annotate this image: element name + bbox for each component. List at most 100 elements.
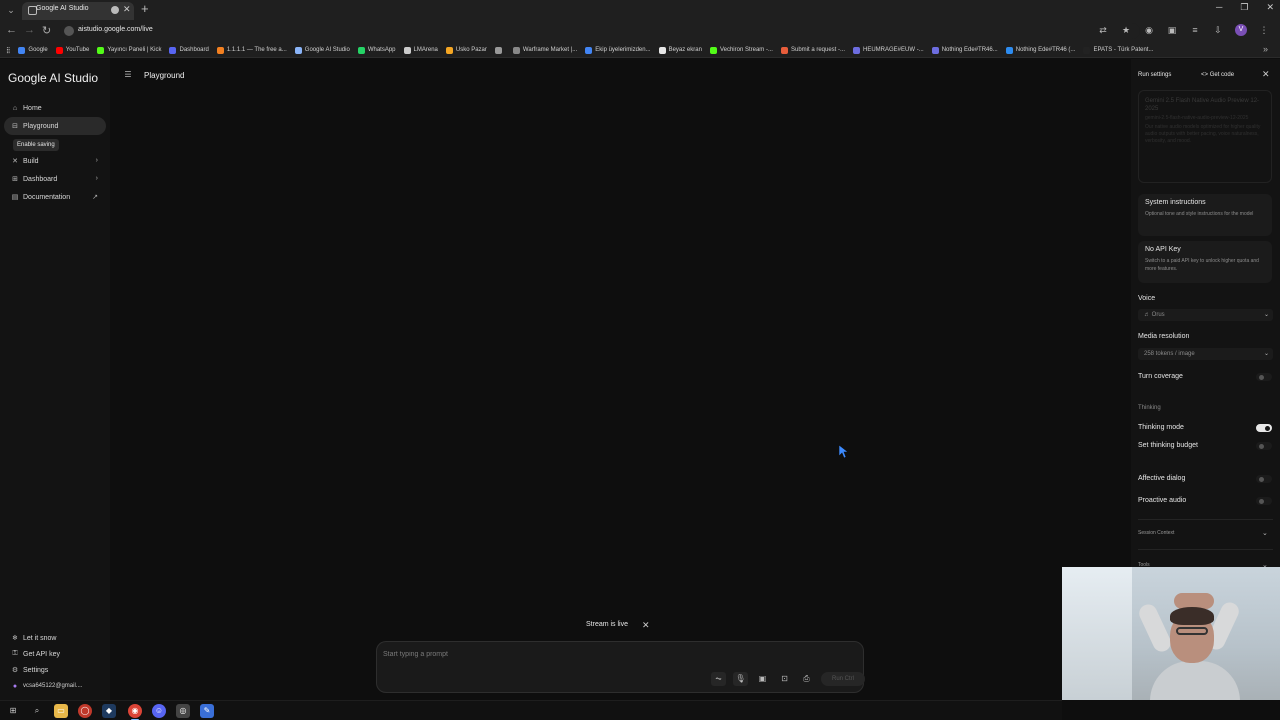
obs-icon[interactable]: ◎ [176, 704, 190, 718]
bookmark-item[interactable]: 1.1.1.1 — The free a... [216, 44, 287, 56]
sidebar-item-settings[interactable]: ⚙ Settings [4, 662, 106, 678]
translate-icon[interactable]: ⇄ [1097, 24, 1109, 36]
chevron-right-icon: › [95, 157, 98, 164]
sidebar-item-home[interactable]: ⌂ Home [4, 99, 106, 117]
bookmark-item[interactable]: Submit a request -... [780, 44, 845, 56]
sidebar-item-label: Let it snow [23, 634, 57, 642]
menu-kebab-icon[interactable]: ⋮ [1258, 24, 1270, 36]
bookmark-item[interactable]: Beyaz ekran [658, 44, 702, 56]
bookmarks-overflow-icon[interactable]: » [1263, 44, 1268, 54]
chevron-down-icon[interactable]: ⌄ [1262, 529, 1268, 537]
bookmark-item[interactable]: EPATS - Türk Patent... [1083, 44, 1153, 56]
get-code-button[interactable]: <> Get code [1201, 72, 1234, 78]
media-icon[interactable]: ≡ [1189, 24, 1201, 36]
sidebar-toggle-icon[interactable]: ☰ [122, 69, 134, 81]
bookmark-star-icon[interactable]: ★ [1120, 24, 1132, 36]
affective-dialog-label: Affective dialog [1138, 475, 1186, 482]
bookmark-item[interactable]: Google AI Studio [294, 44, 350, 56]
voice-select[interactable]: ♬ Orus ⌄ [1138, 309, 1273, 321]
browser-tab[interactable]: Google AI Studio ✕ [22, 2, 134, 20]
bookmark-item[interactable]: Nothing Ede#TR46 (... [1005, 44, 1075, 56]
bookmark-item[interactable]: Dashboard [169, 44, 209, 56]
affective-dialog-toggle[interactable] [1256, 475, 1272, 483]
sidebar-item-label: Documentation [23, 193, 71, 201]
steam-icon[interactable]: ◆ [102, 704, 116, 718]
enable-saving-button[interactable]: Enable saving [13, 139, 59, 151]
sidebar-item-documentation[interactable]: ▤ Documentation ↗ [4, 188, 106, 206]
bookmarks-bar: ⣿ Google YouTube Yayıncı Paneli | Kick Dash… [0, 42, 1280, 58]
bookmark-item[interactable]: LMArena [403, 44, 438, 56]
chrome-icon[interactable]: ◉ [128, 704, 142, 720]
prompt-input[interactable] [383, 648, 683, 660]
system-instructions-description: Optional tone and style instructions for… [1145, 211, 1254, 217]
profile-avatar[interactable]: V [1235, 24, 1247, 36]
os-taskbar: ⊞ ⌕ ▭ ◯ ◆ ◉ ☺ ◎ ✎ [0, 700, 1062, 720]
sidebar-item-let-it-snow[interactable]: ❄ Let it snow [4, 630, 106, 646]
bookmark-item[interactable]: Nothing Ede#TR46... [931, 44, 998, 56]
address-bar[interactable]: aistudio.google.com/live [60, 23, 1140, 39]
app-logo[interactable]: Google AI Studio [8, 71, 98, 85]
extension-icon[interactable]: ◉ [1143, 24, 1155, 36]
upload-file-icon[interactable]: ⎙ [799, 672, 814, 686]
sidebar-item-get-api-key[interactable]: ⚿ Get API key [4, 646, 106, 662]
media-resolution-select[interactable]: 258 tokens / image ⌄ [1138, 348, 1273, 360]
bookmark-favicon-icon [169, 46, 177, 54]
bookmark-favicon-icon [18, 46, 26, 54]
proactive-audio-toggle[interactable] [1256, 497, 1272, 505]
bookmark-item[interactable]: Warframe Market |... [512, 44, 577, 56]
bookmark-favicon-icon [403, 46, 411, 54]
site-info-icon[interactable] [64, 26, 74, 36]
turn-coverage-toggle[interactable] [1256, 373, 1272, 381]
bookmark-item[interactable]: Ekip üyelerimizden... [585, 44, 651, 56]
back-icon[interactable]: ← [6, 24, 17, 36]
user-account[interactable]: ● vcsa645122@gmail.... [4, 678, 106, 694]
bookmark-item[interactable]: HEUMRAGE#EUW -... [853, 44, 924, 56]
bookmark-item[interactable]: Usko Pazar [445, 44, 487, 56]
file-explorer-icon[interactable]: ▭ [54, 704, 68, 718]
search-icon[interactable]: ⌕ [30, 704, 44, 718]
thinking-mode-toggle[interactable] [1256, 424, 1272, 432]
bookmark-item[interactable]: WhatsApp [357, 44, 396, 56]
extensions-puzzle-icon[interactable]: ▣ [1166, 24, 1178, 36]
sidebar-item-build[interactable]: ✕ Build › [4, 152, 106, 170]
toggle-knob [1265, 426, 1270, 431]
forward-icon[interactable]: → [24, 24, 35, 36]
start-menu-icon[interactable]: ⊞ [6, 704, 20, 718]
thinking-budget-toggle[interactable] [1256, 442, 1272, 450]
new-tab-button[interactable]: + [141, 1, 149, 16]
get-code-label: Get code [1209, 72, 1235, 78]
tab-close-icon[interactable]: ✕ [123, 4, 131, 15]
apps-grid-icon[interactable]: ⣿ [6, 44, 10, 56]
address-url[interactable]: aistudio.google.com/live [78, 26, 153, 33]
bookmark-item[interactable]: Yayıncı Paneli | Kick [97, 44, 161, 56]
run-settings-title: Run settings [1138, 72, 1172, 78]
run-button[interactable]: Run Ctrl [821, 672, 865, 686]
bookmark-item[interactable] [494, 44, 505, 56]
screen-share-icon[interactable]: ⊡ [777, 672, 792, 686]
bookmark-item[interactable]: YouTube [55, 44, 89, 56]
discord-icon[interactable]: ☺ [152, 704, 166, 718]
download-icon[interactable]: ⇩ [1212, 24, 1224, 36]
no-api-key-card[interactable]: No API Key Switch to a paid API key to u… [1138, 241, 1272, 283]
window-close-icon[interactable]: ✕ [1266, 2, 1274, 13]
camera-icon[interactable]: ▣ [755, 672, 770, 686]
bookmark-item[interactable]: Vechiron Stream -... [709, 44, 773, 56]
opera-gx-icon[interactable]: ◯ [78, 704, 92, 718]
app-icon[interactable]: ✎ [200, 704, 214, 718]
audio-waveform-icon[interactable]: ⏦ [711, 672, 726, 686]
reload-icon[interactable]: ↻ [42, 24, 51, 37]
model-selector[interactable]: Gemini 2.5 Flash Native Audio Preview 12… [1138, 90, 1272, 183]
session-context-label[interactable]: Session Context [1138, 530, 1174, 536]
webcam-person-arm [1136, 601, 1174, 655]
minimize-icon[interactable]: ─ [1216, 2, 1222, 13]
system-instructions-card[interactable]: System instructions Optional tone and st… [1138, 194, 1272, 236]
sidebar-item-dashboard[interactable]: ⊞ Dashboard › [4, 170, 106, 188]
tab-search-icon[interactable]: ⌄ [4, 3, 18, 17]
panel-close-icon[interactable]: ✕ [1262, 69, 1270, 80]
microphone-icon[interactable]: 🎙 [733, 672, 748, 686]
stream-close-icon[interactable]: ✕ [642, 620, 650, 631]
maximize-icon[interactable]: ❐ [1240, 2, 1248, 13]
bookmark-item[interactable]: Google [18, 44, 48, 56]
sidebar-item-playground[interactable]: ⊟ Playground [4, 117, 106, 135]
tab-title: Google AI Studio [36, 5, 89, 12]
